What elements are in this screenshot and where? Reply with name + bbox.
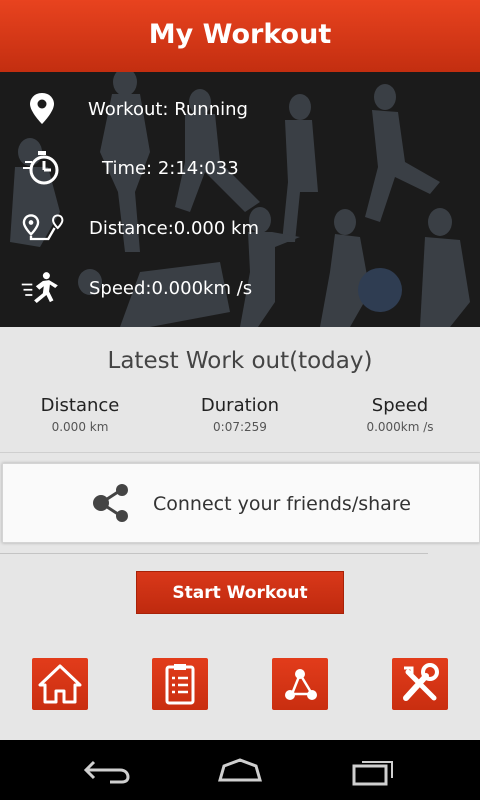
stat-value: 0:07:259 (213, 420, 267, 434)
stat-label: Speed (371, 395, 429, 416)
home-icon (38, 664, 82, 704)
location-pin-icon (30, 93, 54, 124)
speed-row: Speed:0.000km /s (0, 268, 480, 308)
distance-row: Distance:0.000 km (0, 208, 480, 248)
tools-icon (403, 663, 439, 701)
page-title: My Workout (148, 19, 332, 50)
time-text: Time: 2:14:033 (102, 158, 239, 179)
divider (0, 452, 480, 453)
share-button[interactable]: Connect your friends/share (2, 463, 480, 543)
share-label: Connect your friends/share (153, 493, 411, 515)
running-man-icon (21, 272, 58, 303)
tab-share[interactable] (272, 658, 328, 710)
latest-duration-stat: Duration 0:07:259 (160, 395, 320, 434)
system-navigation-bar (0, 740, 480, 800)
tab-home[interactable] (32, 658, 88, 710)
stat-label: Duration (200, 395, 280, 416)
stat-value: 0.000km /s (366, 420, 434, 434)
clipboard-icon (165, 664, 195, 705)
app-header: My Workout (0, 0, 480, 72)
recent-apps-icon[interactable] (344, 752, 404, 788)
share-icon (93, 484, 128, 522)
latest-distance-stat: Distance 0.000 km (0, 395, 160, 434)
workout-type-row: Workout: Running (0, 89, 480, 129)
home-icon[interactable] (210, 752, 270, 788)
stopwatch-icon (23, 151, 59, 185)
start-workout-button[interactable]: Start Workout (136, 571, 344, 614)
stat-label: Distance (40, 395, 120, 416)
tab-log[interactable] (152, 658, 208, 710)
latest-speed-stat: Speed 0.000km /s (320, 395, 480, 434)
route-distance-icon (22, 214, 64, 241)
tab-settings[interactable] (392, 658, 448, 710)
divider (0, 553, 428, 554)
latest-workout-title: Latest Work out(today) (107, 348, 373, 374)
distance-text: Distance:0.000 km (89, 218, 259, 239)
stat-value: 0.000 km (51, 420, 109, 434)
share-icon (285, 669, 317, 700)
time-row: Time: 2:14:033 (0, 148, 480, 188)
workout-type-text: Workout: Running (88, 99, 248, 120)
speed-text: Speed:0.000km /s (89, 278, 253, 299)
workout-info-panel: Workout: Running Time: 2:14:033 Distance… (0, 72, 480, 327)
back-icon[interactable] (76, 752, 136, 788)
